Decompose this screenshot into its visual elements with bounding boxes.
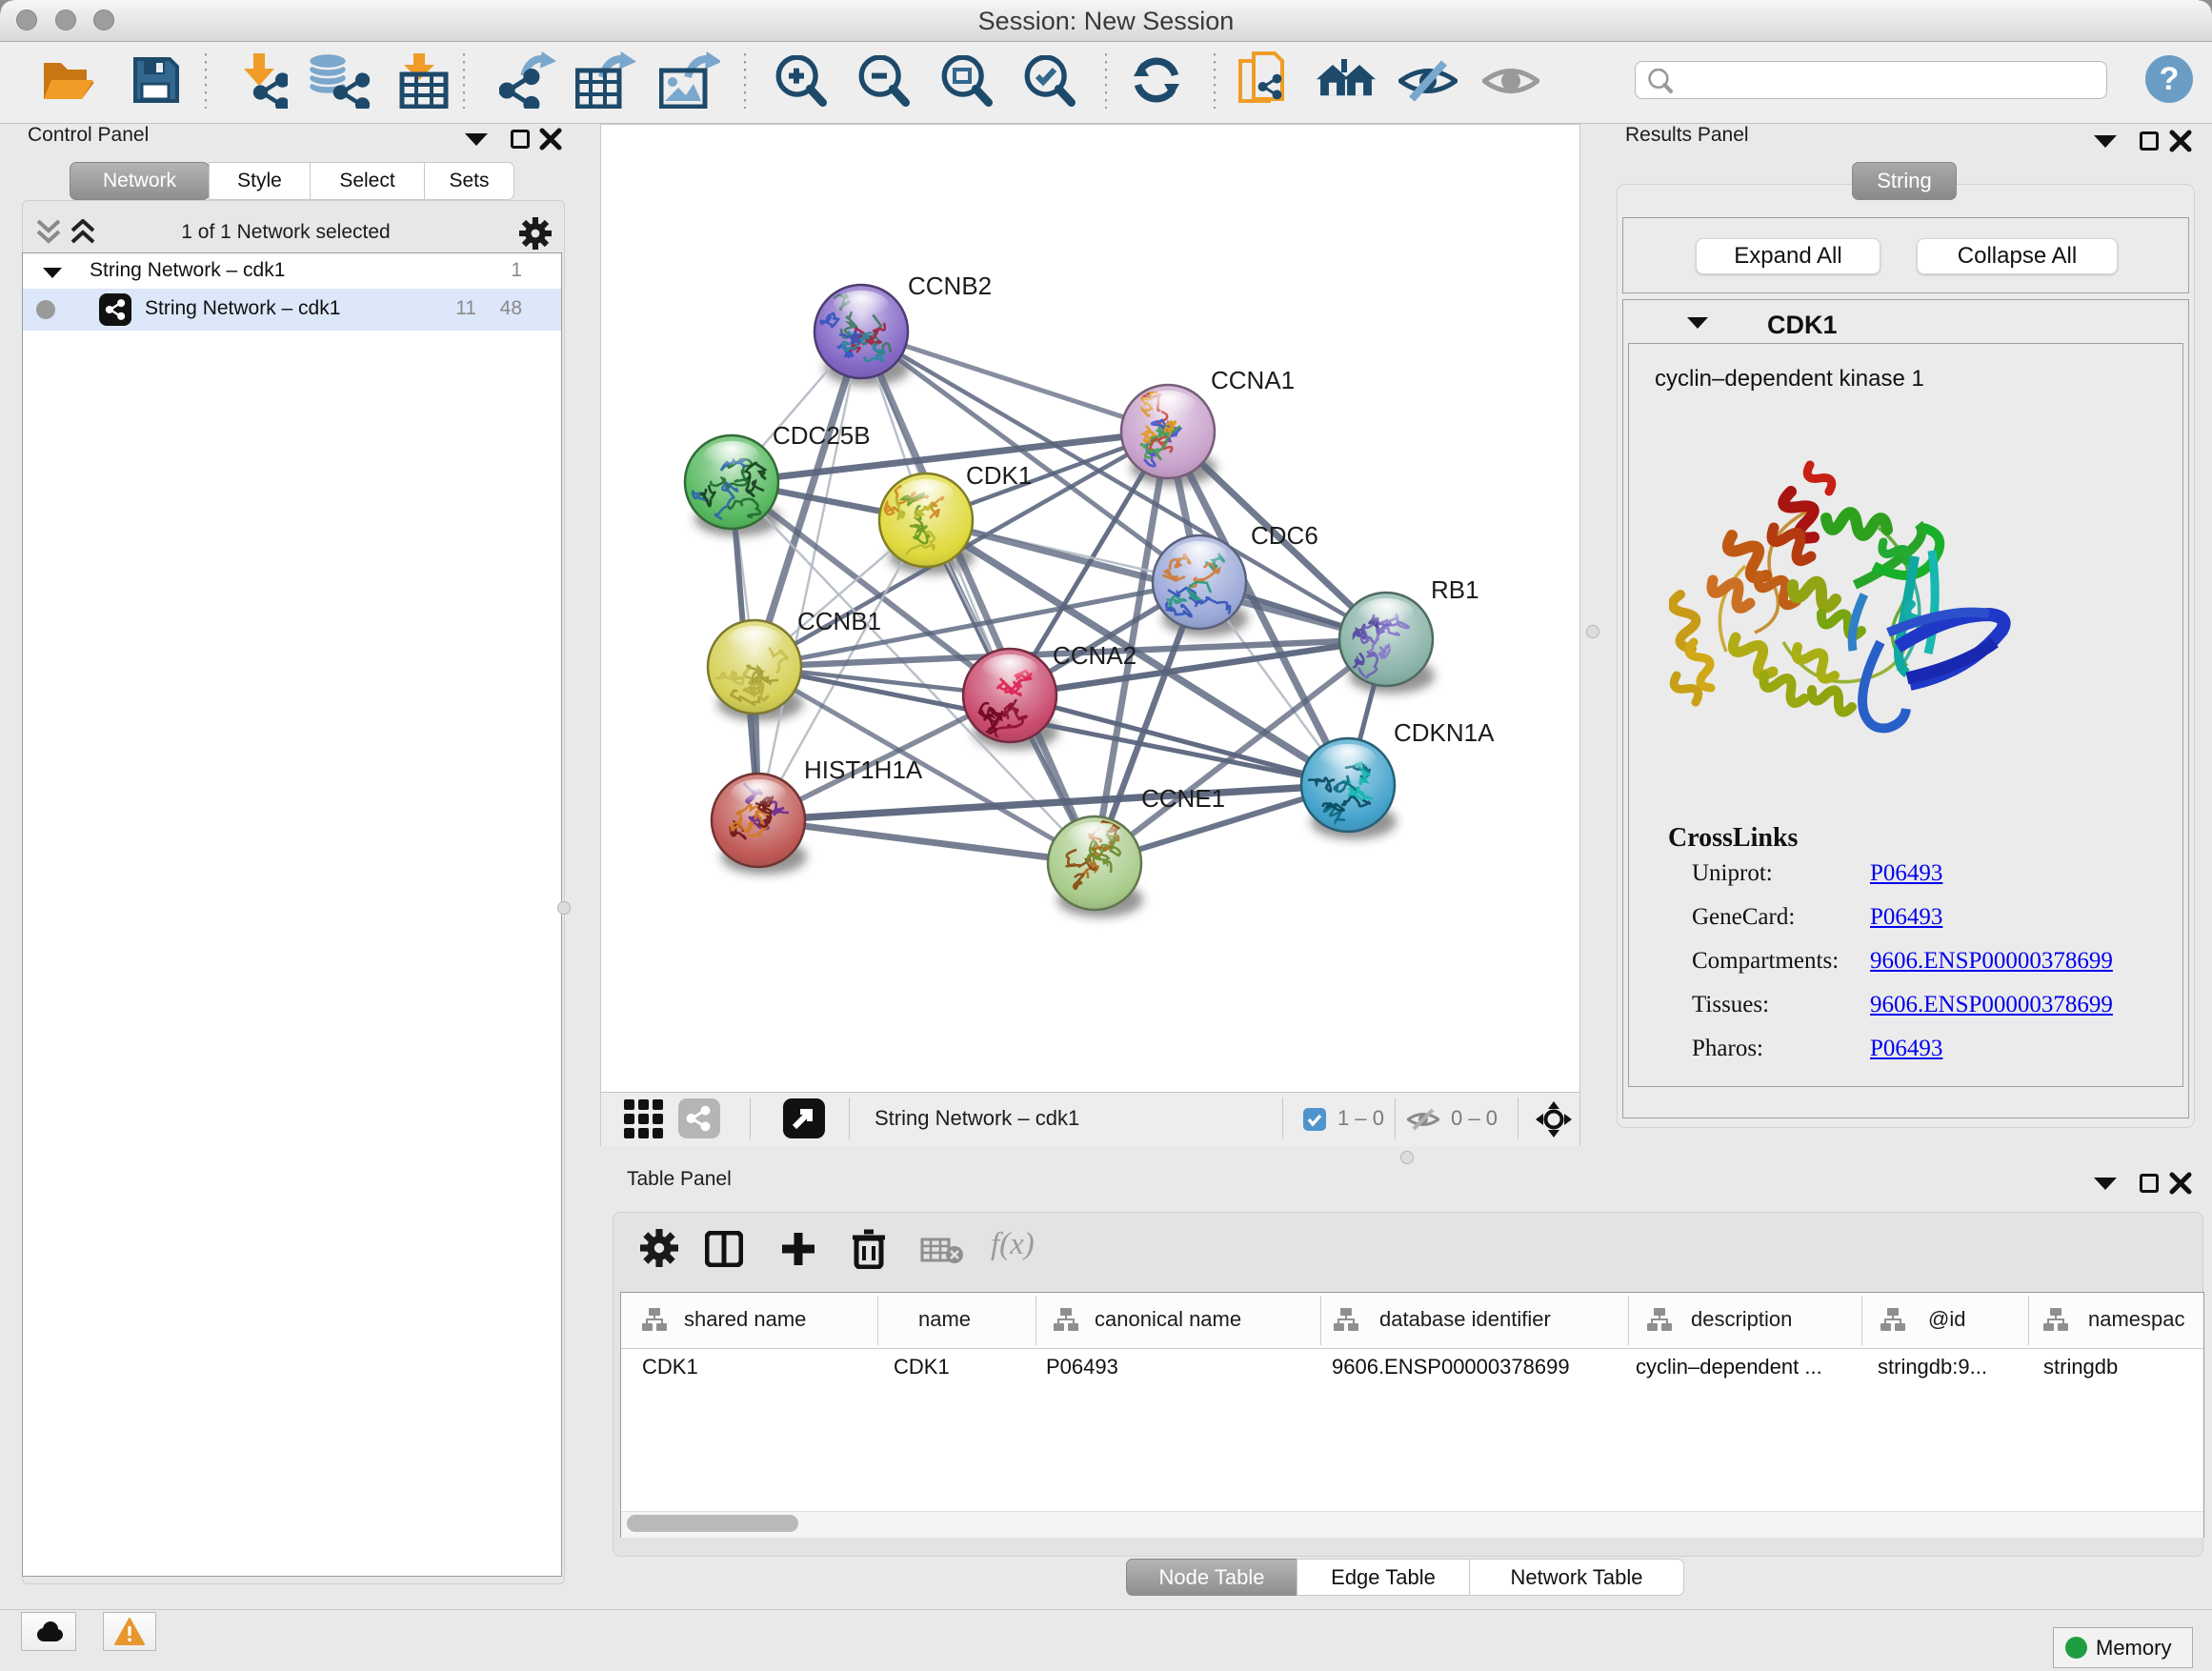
svg-text:RB1: RB1 xyxy=(1431,575,1479,604)
svg-text:CCNB2: CCNB2 xyxy=(908,272,992,300)
svg-text:CCNA1: CCNA1 xyxy=(1211,366,1295,394)
svg-text:CDKN1A: CDKN1A xyxy=(1394,718,1495,747)
svg-text:CCNB1: CCNB1 xyxy=(797,607,881,635)
svg-text:CDK1: CDK1 xyxy=(966,461,1032,490)
svg-text:CCNA2: CCNA2 xyxy=(1053,641,1136,670)
svg-text:HIST1H1A: HIST1H1A xyxy=(804,755,923,784)
svg-text:CDC6: CDC6 xyxy=(1251,521,1318,550)
svg-text:CCNE1: CCNE1 xyxy=(1141,784,1225,813)
svg-text:CDC25B: CDC25B xyxy=(773,421,871,450)
